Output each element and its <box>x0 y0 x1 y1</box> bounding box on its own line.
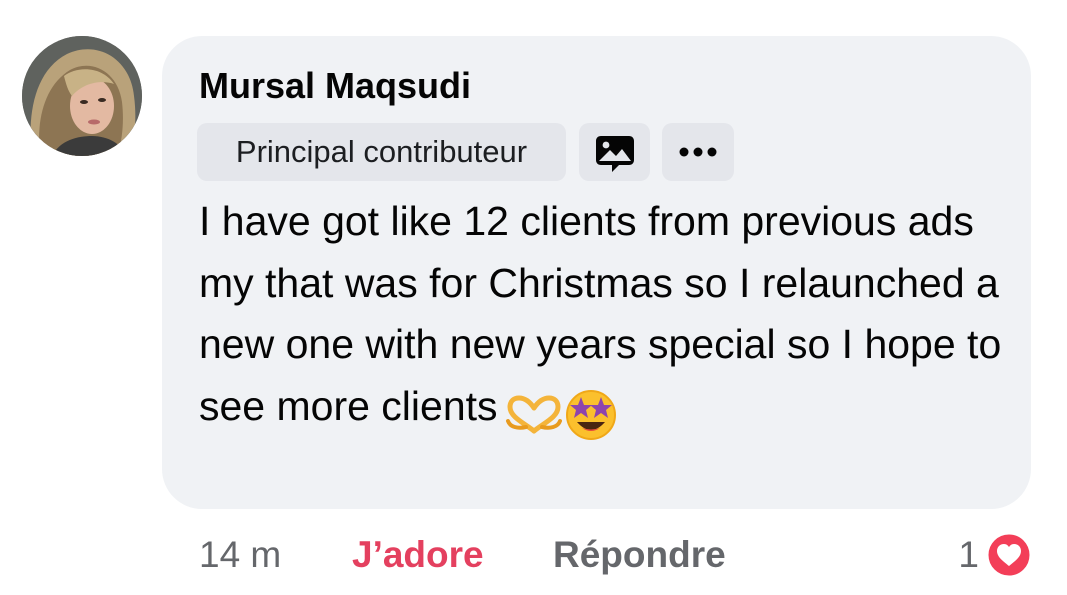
contributor-badge[interactable]: Principal contributeur <box>197 123 566 181</box>
more-options-button[interactable] <box>662 123 734 181</box>
heart-hands-emoji <box>505 395 562 434</box>
love-reaction-icon <box>985 531 1033 579</box>
reaction-summary[interactable]: 1 <box>958 530 1033 580</box>
contributor-badge-label: Principal contributeur <box>235 134 528 169</box>
image-comment-button[interactable] <box>579 123 650 181</box>
avatar-photo <box>22 36 142 156</box>
comment-body: I have got like 12 clients from previous… <box>199 191 1014 443</box>
reply-button[interactable]: Répondre <box>553 530 726 580</box>
comment-emojis <box>504 382 618 444</box>
comment-timestamp[interactable]: 14 m <box>199 530 281 580</box>
love-reaction-button[interactable]: J’adore <box>352 530 484 580</box>
image-comment-icon <box>595 136 634 172</box>
avatar[interactable] <box>22 36 142 156</box>
star-struck-emoji <box>565 389 616 440</box>
more-options-icon <box>679 147 717 157</box>
comment-actions: 14 m J’adore Répondre 1 <box>0 530 1067 580</box>
comment-author[interactable]: Mursal Maqsudi <box>199 66 471 106</box>
comment-bubble: Mursal Maqsudi Principal contributeur I … <box>162 36 1031 509</box>
reaction-count: 1 <box>958 534 979 575</box>
